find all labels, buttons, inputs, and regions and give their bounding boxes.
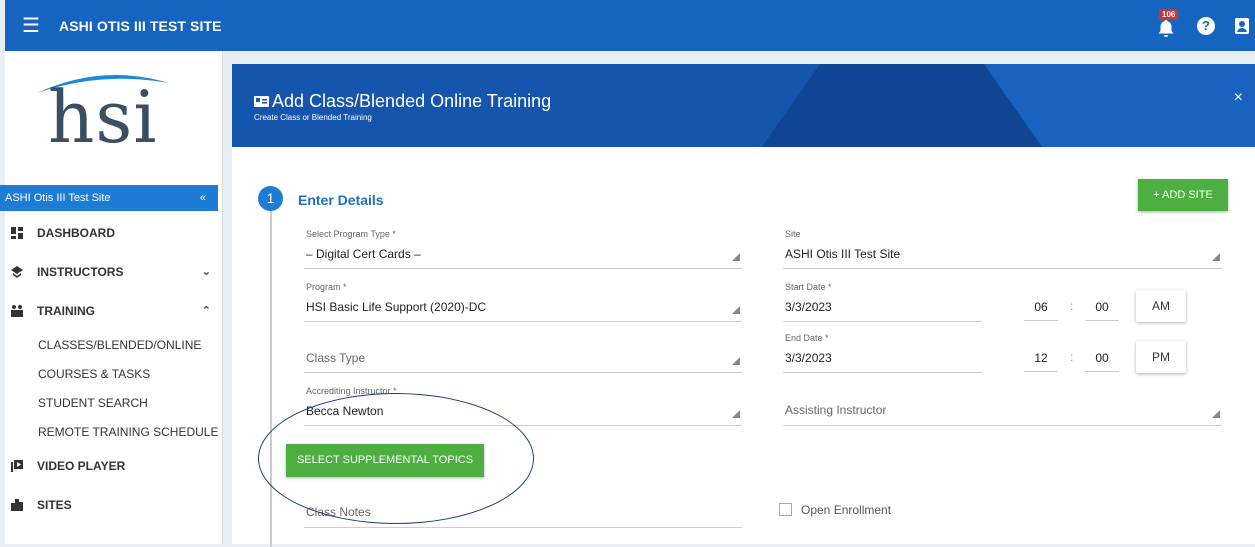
hamburger-menu-icon[interactable]: ☰ bbox=[11, 13, 51, 38]
dropdown-arrow-icon bbox=[732, 410, 740, 418]
video-player-icon bbox=[11, 459, 23, 472]
collapse-sidebar-icon[interactable]: « bbox=[200, 192, 206, 204]
sidebar-subitem-classes[interactable]: CLASSES/BLENDED/ONLINE bbox=[5, 330, 223, 359]
sidebar-item-label: TRAINING bbox=[37, 303, 95, 318]
current-site-bar[interactable]: ASHI Otis III Test Site « bbox=[0, 185, 218, 211]
chevron-down-icon[interactable]: ⌄ bbox=[202, 265, 211, 278]
instructors-icon bbox=[11, 265, 23, 278]
end-hour-field[interactable]: 12 bbox=[1024, 348, 1058, 372]
sidebar-item-label: DASHBOARD bbox=[37, 225, 115, 240]
page-title-text: Add Class/Blended Online Training bbox=[272, 91, 552, 111]
user-profile-icon[interactable] bbox=[1235, 17, 1249, 34]
assisting-instructor-select[interactable]: Assisting Instructor bbox=[783, 397, 1222, 426]
program-type-select[interactable]: Select Program Type * – Digital Cert Car… bbox=[304, 229, 742, 269]
sidebar-subitem-student-search[interactable]: STUDENT SEARCH bbox=[5, 388, 223, 417]
open-enrollment-checkbox[interactable] bbox=[779, 503, 792, 516]
end-date-field[interactable]: End Date * 3/3/2023 bbox=[783, 333, 982, 373]
current-site-name: ASHI Otis III Test Site bbox=[5, 192, 111, 204]
chevron-up-icon[interactable]: ⌃ bbox=[202, 304, 211, 317]
end-ampm-toggle[interactable]: PM bbox=[1136, 341, 1186, 373]
dropdown-arrow-icon bbox=[732, 253, 740, 261]
add-site-button[interactable]: + ADD SITE bbox=[1138, 179, 1228, 211]
class-type-select[interactable]: Class Type bbox=[304, 344, 742, 373]
sidebar-item-instructors[interactable]: INSTRUCTORS ⌄ bbox=[5, 252, 223, 291]
dropdown-arrow-icon bbox=[732, 306, 740, 314]
sidebar-subitem-remote-training[interactable]: REMOTE TRAINING SCHEDULE bbox=[5, 417, 223, 446]
site-title: ASHI OTIS III TEST SITE bbox=[59, 17, 222, 34]
close-icon[interactable]: × bbox=[1234, 89, 1243, 107]
sidebar-item-label: SITES bbox=[37, 497, 72, 512]
start-date-field[interactable]: Start Date * 3/3/2023 bbox=[783, 282, 982, 322]
open-enrollment-label: Open Enrollment bbox=[801, 503, 892, 517]
end-minute-field[interactable]: 00 bbox=[1085, 348, 1119, 372]
sidebar-item-label: VIDEO PLAYER bbox=[37, 458, 126, 473]
page-subtitle: Create Class or Blended Training bbox=[254, 113, 372, 122]
sidebar-item-video-player[interactable]: VIDEO PLAYER bbox=[5, 446, 223, 485]
sites-icon bbox=[11, 498, 23, 511]
sidebar-item-sites[interactable]: SITES bbox=[5, 485, 223, 524]
sidebar-nav: DASHBOARD INSTRUCTORS ⌄ TRAINING ⌃ CLASS… bbox=[5, 213, 223, 524]
start-minute-field[interactable]: 00 bbox=[1085, 297, 1119, 321]
notification-count-badge: 106 bbox=[1159, 8, 1179, 20]
dropdown-arrow-icon bbox=[1212, 410, 1220, 418]
top-bar: ☰ ASHI OTIS III TEST SITE 106 ? bbox=[5, 0, 1255, 51]
start-hour-field[interactable]: 06 bbox=[1024, 297, 1058, 321]
program-select[interactable]: Program * HSI Basic Life Support (2020)-… bbox=[304, 282, 742, 322]
step-connector bbox=[270, 207, 272, 547]
start-ampm-toggle[interactable]: AM bbox=[1136, 290, 1186, 322]
dashboard-icon bbox=[11, 226, 23, 239]
sidebar-item-training[interactable]: TRAINING ⌃ bbox=[5, 291, 223, 330]
class-card-icon bbox=[254, 96, 269, 107]
training-icon bbox=[11, 304, 23, 317]
hsi-logo: hsi bbox=[5, 51, 222, 185]
help-icon[interactable]: ? bbox=[1197, 16, 1215, 35]
sidebar-item-label: INSTRUCTORS bbox=[37, 264, 124, 279]
step-number-badge: 1 bbox=[258, 186, 283, 211]
site-select[interactable]: Site ASHI Otis III Test Site bbox=[783, 229, 1222, 269]
sidebar-subitem-courses[interactable]: COURSES & TASKS bbox=[5, 359, 223, 388]
highlight-annotation-ellipse bbox=[258, 393, 534, 524]
page-title: Add Class/Blended Online Training bbox=[254, 91, 551, 112]
dropdown-arrow-icon bbox=[732, 357, 740, 365]
sidebar-item-dashboard[interactable]: DASHBOARD bbox=[5, 213, 223, 252]
page-header: Add Class/Blended Online Training Create… bbox=[232, 64, 1255, 147]
dropdown-arrow-icon bbox=[1212, 253, 1220, 261]
logo-text: hsi bbox=[48, 75, 158, 159]
step-title: Enter Details bbox=[298, 192, 384, 208]
notifications-bell-icon[interactable]: 106 bbox=[1155, 8, 1179, 39]
sidebar: hsi ASHI Otis III Test Site « DASHBOARD … bbox=[0, 51, 223, 544]
